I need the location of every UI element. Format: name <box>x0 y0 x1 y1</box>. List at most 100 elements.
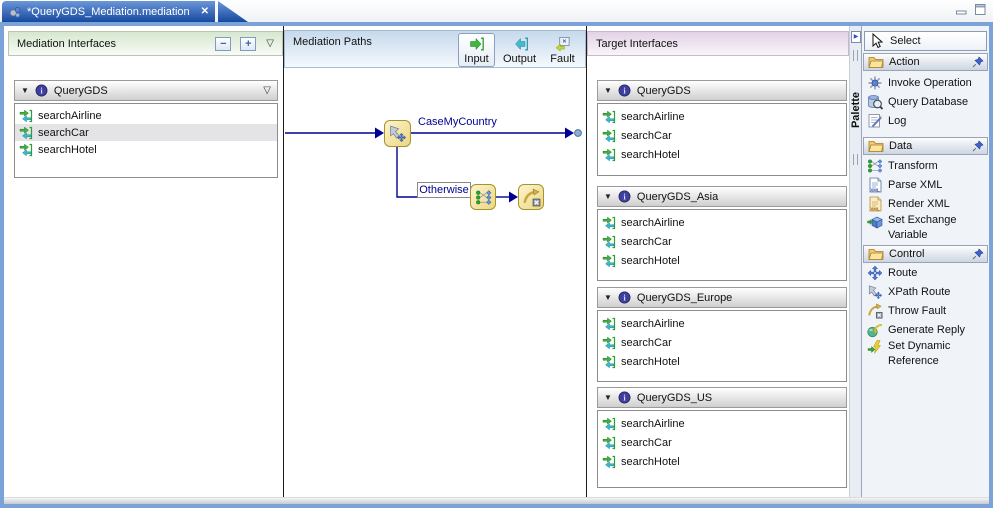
pin-icon[interactable] <box>972 140 984 152</box>
xpath-route-node[interactable] <box>384 120 411 147</box>
target-group-header-querygds-asia[interactable]: ▼ QueryGDS_Asia <box>597 186 847 207</box>
input-tool-button[interactable]: Input <box>458 33 495 67</box>
operation-row[interactable]: searchAirline <box>15 107 277 124</box>
palette-item-generate-reply[interactable]: Generate Reply <box>863 320 988 339</box>
palette-sash[interactable]: ▶ Palette <box>849 26 862 497</box>
palette-item-label: Log <box>888 114 907 127</box>
output-tool-button[interactable]: Output <box>501 33 538 67</box>
target-group-header-querygds-europe[interactable]: ▼ QueryGDS_Europe <box>597 287 847 308</box>
palette-category-control[interactable]: Control <box>863 245 988 263</box>
paths-toolbar: Input Output Fault <box>458 33 581 67</box>
window-controls <box>955 3 987 16</box>
output-icon <box>512 36 528 52</box>
palette-item-set-exchange-variable[interactable]: Set Exchange Variable <box>863 213 988 245</box>
log-icon <box>867 113 883 129</box>
operation-row-selected[interactable]: searchCar <box>15 124 277 141</box>
section-collapse-icon[interactable]: ▼ <box>21 86 29 95</box>
interface-info-icon <box>618 190 631 203</box>
collapse-all-icon[interactable]: − <box>215 36 232 51</box>
target-group-name: QueryGDS <box>636 84 691 97</box>
sash-grab-handle <box>853 50 858 61</box>
operation-row[interactable]: searchHotel <box>598 452 846 471</box>
palette-item-query-database[interactable]: Query Database <box>863 92 988 111</box>
pin-icon[interactable] <box>972 56 984 68</box>
operation-icon <box>602 148 616 162</box>
interface-info-icon <box>618 84 631 97</box>
operation-icon <box>19 109 33 123</box>
target-interfaces-header: Target Interfaces <box>587 31 849 56</box>
operation-icon <box>602 235 616 249</box>
expand-all-icon[interactable]: + <box>240 36 257 51</box>
operation-row[interactable]: searchAirline <box>598 107 846 126</box>
operation-row[interactable]: searchAirline <box>598 314 846 333</box>
palette-item-set-dynamic-reference[interactable]: Set Dynamic Reference <box>863 339 988 371</box>
horizontal-scroll-strip[interactable] <box>4 497 989 504</box>
palette-item-label: Query Database <box>888 95 969 108</box>
divider-paths-targets[interactable] <box>586 26 587 497</box>
palette-item-transform[interactable]: Transform <box>863 156 988 175</box>
panel-menu-icon[interactable]: ▽ <box>266 38 274 49</box>
fault-tool-button[interactable]: Fault <box>544 33 581 67</box>
mediation-interfaces-title: Mediation Interfaces <box>17 37 117 50</box>
palette-item-label: Route <box>888 266 918 279</box>
palette-item-throw-fault[interactable]: Throw Fault <box>863 301 988 320</box>
palette-select-tool[interactable]: Select <box>864 31 987 51</box>
operation-label: searchCar <box>621 336 672 349</box>
target-group-header-querygds[interactable]: ▼ QueryGDS <box>597 80 847 101</box>
palette-category-action[interactable]: Action <box>863 53 988 71</box>
operation-row[interactable]: searchCar <box>598 126 846 145</box>
operation-row[interactable]: searchCar <box>598 333 846 352</box>
interface-group-name: QueryGDS <box>53 84 108 97</box>
transform-node[interactable] <box>470 184 496 210</box>
palette-item-label: Set Exchange Variable <box>888 214 957 241</box>
output-tool-label: Output <box>502 52 537 65</box>
throw-fault-node[interactable] <box>518 184 544 210</box>
operation-label: searchHotel <box>621 254 680 267</box>
operation-row[interactable]: searchHotel <box>15 141 277 158</box>
set-dynamic-reference-icon <box>867 340 883 356</box>
palette-item-route[interactable]: Route <box>863 263 988 282</box>
editor-tab[interactable]: *QueryGDS_Mediation.mediation ✕ <box>2 1 216 22</box>
operation-row[interactable]: searchAirline <box>598 213 846 232</box>
operation-row[interactable]: searchCar <box>598 433 846 452</box>
section-collapse-icon[interactable]: ▼ <box>604 86 612 95</box>
mediation-interfaces-header: Mediation Interfaces − + ▽ <box>8 31 283 56</box>
section-collapse-icon[interactable]: ▼ <box>604 293 612 302</box>
section-collapse-icon[interactable]: ▼ <box>604 393 612 402</box>
category-label: Action <box>889 56 920 68</box>
maximize-view-icon[interactable] <box>974 3 987 16</box>
case-branch-label[interactable]: CaseMyCountry <box>418 116 497 128</box>
palette-category-data[interactable]: Data <box>863 137 988 155</box>
palette-item-log[interactable]: Log <box>863 111 988 130</box>
palette-item-render-xml[interactable]: Render XML <box>863 194 988 213</box>
otherwise-branch-label[interactable]: Otherwise <box>417 182 471 198</box>
palette-item-invoke-operation[interactable]: Invoke Operation <box>863 73 988 92</box>
editor-frame: Mediation Interfaces − + ▽ ▼ QueryGDS ▽ … <box>0 22 993 508</box>
operation-label: searchAirline <box>621 317 685 330</box>
operation-row[interactable]: searchAirline <box>598 414 846 433</box>
operation-row[interactable]: searchHotel <box>598 352 846 371</box>
category-label: Control <box>889 248 925 260</box>
operation-label: searchAirline <box>38 109 102 122</box>
palette-item-xpath-route[interactable]: XPath Route <box>863 282 988 301</box>
palette-item-parse-xml[interactable]: Parse XML <box>863 175 988 194</box>
minimize-view-icon[interactable] <box>955 3 968 16</box>
operation-label: searchCar <box>38 126 89 139</box>
operation-row[interactable]: searchHotel <box>598 251 846 270</box>
target-group-header-querygds-us[interactable]: ▼ QueryGDS_US <box>597 387 847 408</box>
palette-collapse-icon[interactable]: ▶ <box>851 31 861 43</box>
operation-label: searchAirline <box>621 216 685 229</box>
interface-group-header-querygds[interactable]: ▼ QueryGDS ▽ <box>14 80 278 101</box>
pin-icon[interactable] <box>972 248 984 260</box>
section-collapse-icon[interactable]: ▼ <box>604 192 612 201</box>
tab-close-icon[interactable]: ✕ <box>201 6 209 17</box>
interface-info-icon <box>618 291 631 304</box>
category-label: Data <box>889 140 913 152</box>
operation-label: searchHotel <box>621 148 680 161</box>
operation-icon <box>602 216 616 230</box>
group-menu-icon[interactable]: ▽ <box>263 85 271 96</box>
operation-row[interactable]: searchCar <box>598 232 846 251</box>
operation-row[interactable]: searchHotel <box>598 145 846 164</box>
tab-title: *QueryGDS_Mediation.mediation <box>27 5 190 18</box>
interface-info-icon <box>35 84 48 97</box>
